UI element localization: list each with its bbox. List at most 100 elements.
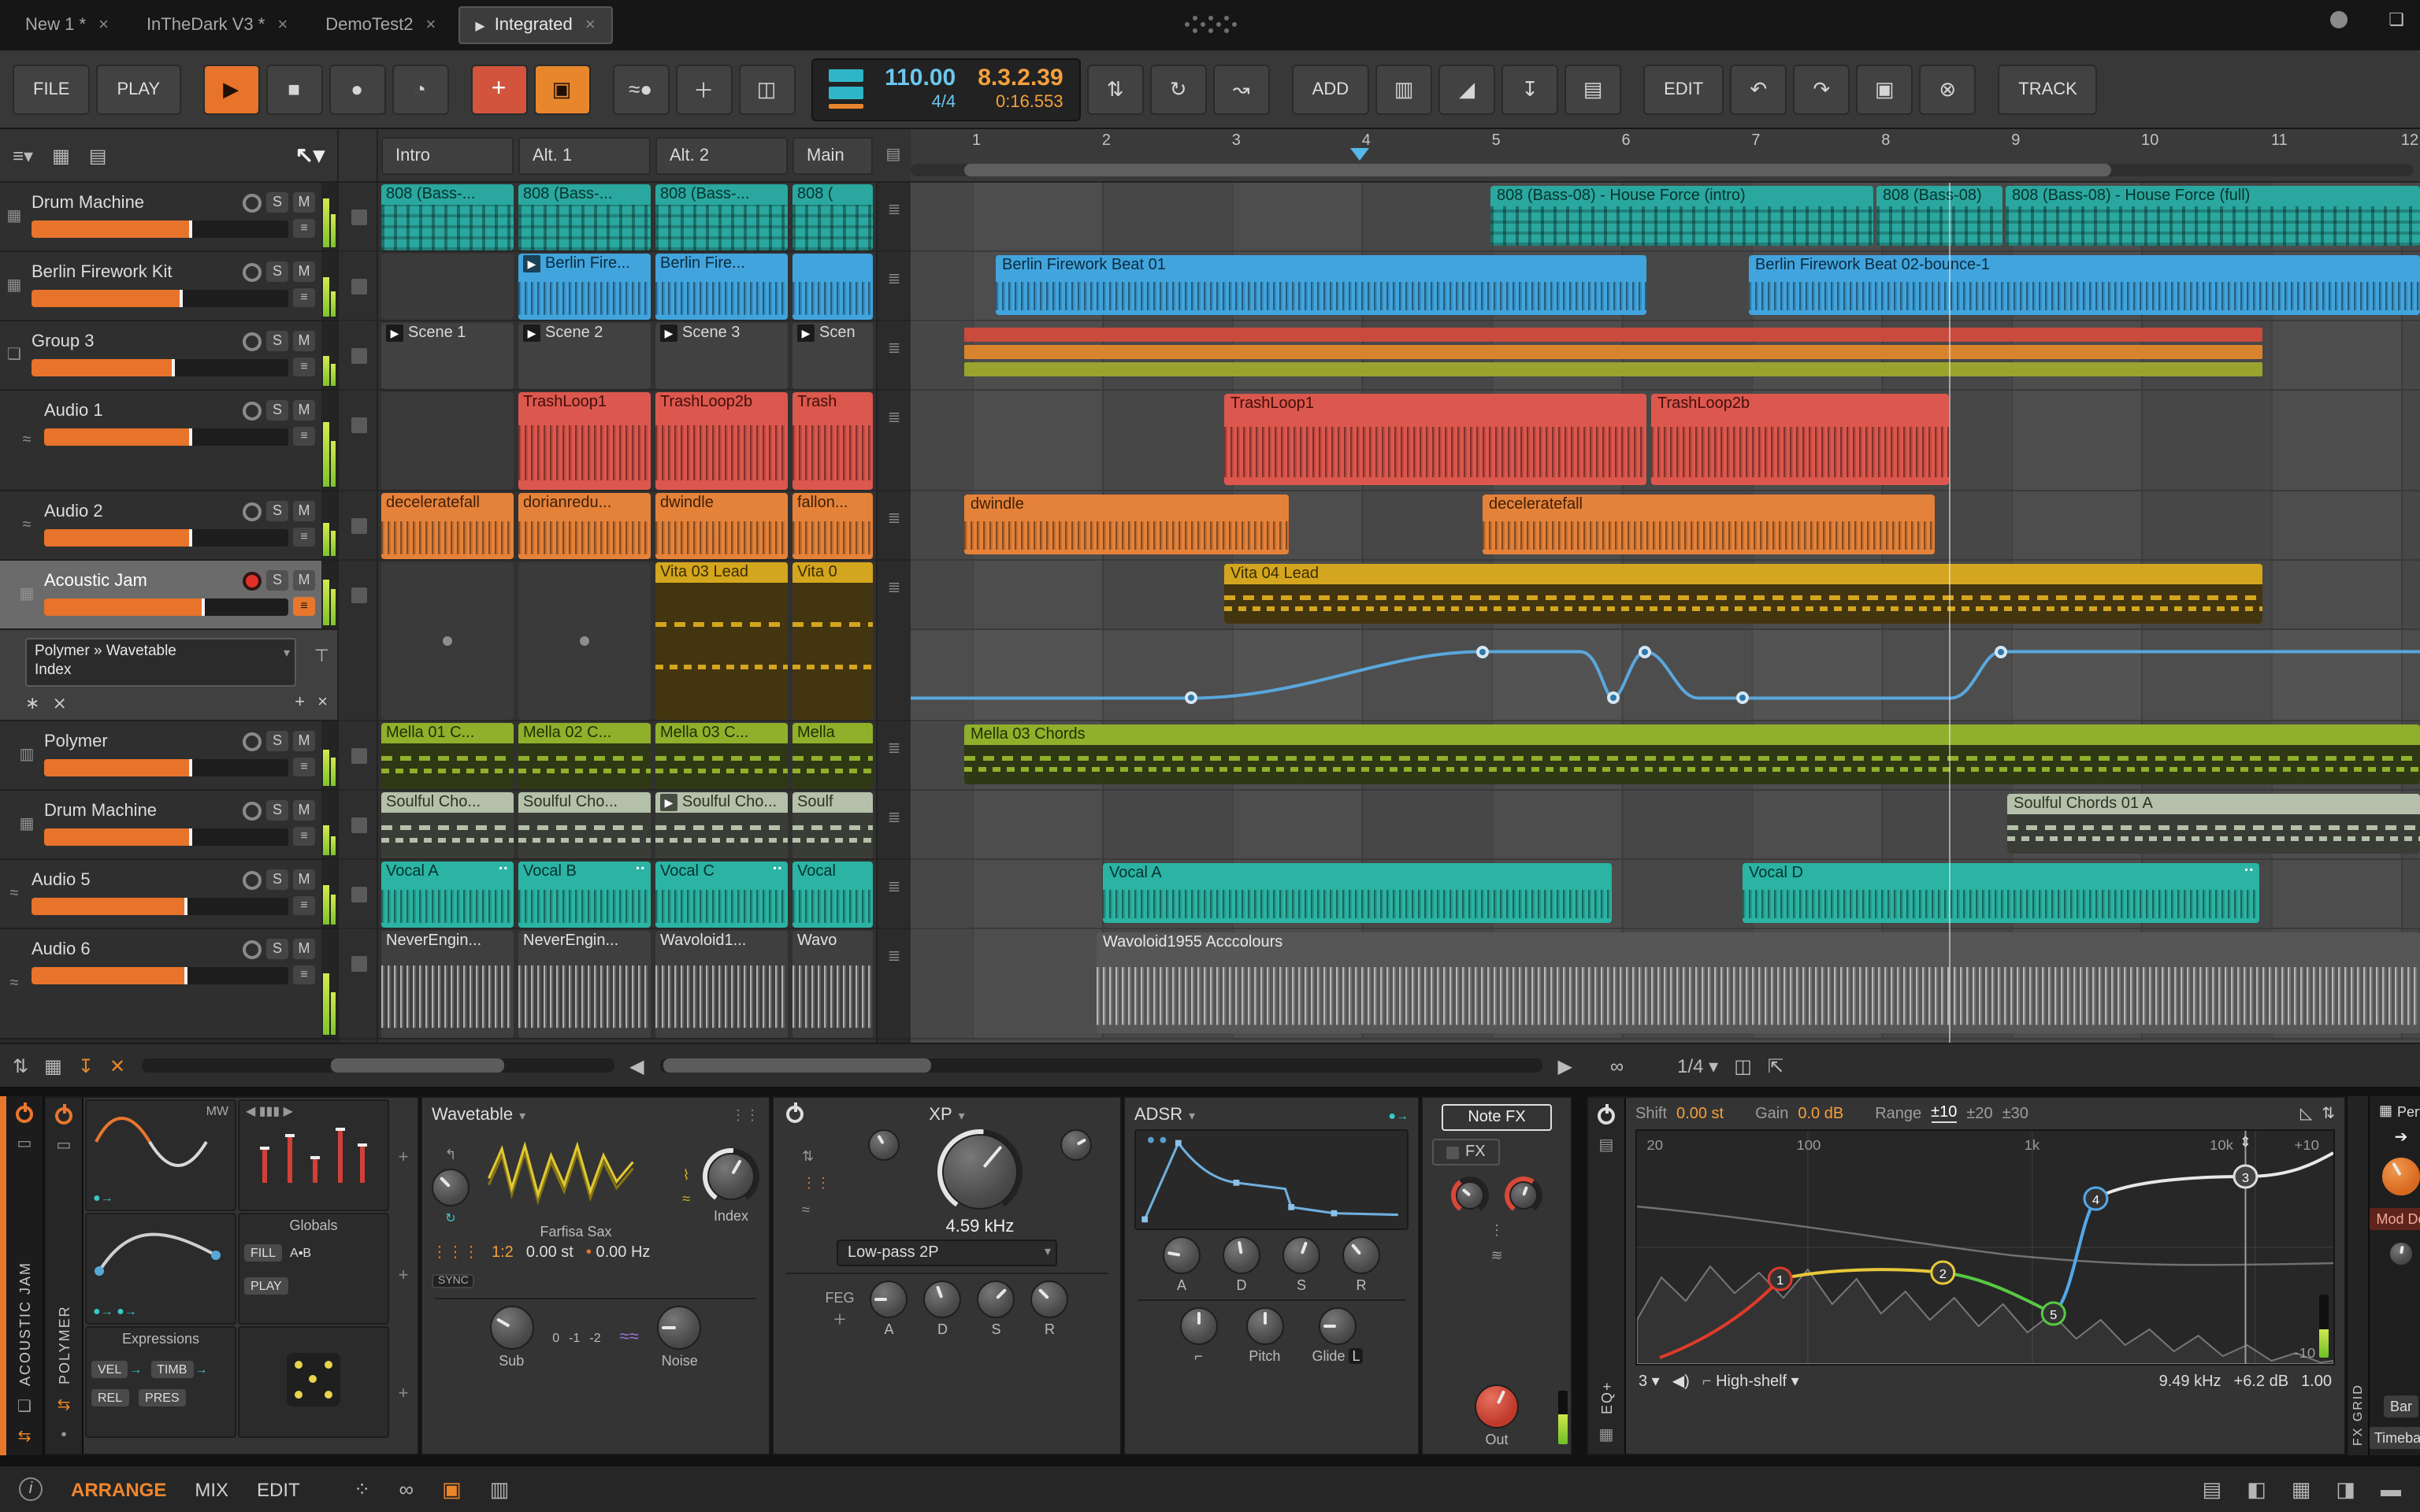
- pitch-knob[interactable]: [1245, 1307, 1284, 1345]
- automation-point[interactable]: [1995, 645, 2007, 658]
- track-name[interactable]: Audio 6: [32, 939, 238, 958]
- undo-button[interactable]: ↶: [1730, 64, 1787, 114]
- clip-stop-cell[interactable]: [339, 321, 377, 391]
- mw-modulator[interactable]: MW ●→: [85, 1099, 236, 1211]
- follow-playhead-button[interactable]: ↝: [1212, 64, 1270, 114]
- keytrack-icon[interactable]: ↰: [444, 1147, 456, 1164]
- unison-icon[interactable]: ⌇: [683, 1166, 690, 1184]
- record-arm-button[interactable]: [243, 732, 262, 750]
- scene-strip-cell[interactable]: ≣: [878, 929, 911, 1040]
- noise-knob[interactable]: [657, 1306, 702, 1350]
- automation-point[interactable]: [1639, 645, 1651, 658]
- automation-point[interactable]: [1607, 691, 1620, 705]
- clip-launch-cell[interactable]: Soulful Cho...: [518, 792, 651, 858]
- filter-mode-dropdown[interactable]: Low-pass 2P: [837, 1240, 1057, 1266]
- edit-view-button[interactable]: EDIT: [257, 1478, 300, 1500]
- clip-launcher-toggle-button[interactable]: ▣: [442, 1477, 462, 1502]
- env-title[interactable]: ADSR: [1134, 1106, 1182, 1125]
- filter-sustain-knob[interactable]: [977, 1280, 1015, 1318]
- perf-mod-knob[interactable]: [2381, 1156, 2420, 1197]
- transport-display[interactable]: 110.00 4/4 8.3.2.39 0:16.553: [811, 57, 1081, 120]
- add-instrument-track-button[interactable]: ▥: [1375, 64, 1433, 114]
- steps-modulator[interactable]: ◀ ▮▮▮ ▶: [238, 1099, 389, 1211]
- clip-launch-cell[interactable]: fallon...: [792, 493, 873, 559]
- ab-toggle[interactable]: A▪B: [290, 1246, 311, 1260]
- record-arm-button[interactable]: [243, 193, 262, 212]
- add-audio-track-button[interactable]: ◢: [1438, 64, 1496, 114]
- arranger-clip[interactable]: TrashLoop2b: [1651, 394, 1949, 485]
- arranger-lane[interactable]: Vocal A Vocal D ▪▪: [911, 860, 2420, 929]
- clip-launch-cell[interactable]: dwindle: [655, 493, 788, 559]
- filter-decay-knob[interactable]: [923, 1280, 962, 1318]
- track-menu-button[interactable]: ≡: [293, 597, 315, 616]
- arranger-lane[interactable]: dwindle deceleratefall: [911, 491, 2420, 561]
- arranger-clip[interactable]: Vocal A: [1103, 863, 1612, 923]
- clip-stop-button[interactable]: [351, 956, 367, 972]
- polymer-preset-icon[interactable]: ▭: [57, 1137, 72, 1154]
- arranger-lane[interactable]: Wavoloid1955 Acccolours: [911, 929, 2420, 1040]
- eq-range-20[interactable]: ±20: [1966, 1105, 1992, 1122]
- clip-playing-icon[interactable]: ▶: [660, 794, 677, 811]
- clip-stop-cell[interactable]: [339, 561, 377, 721]
- scene-strip-cell[interactable]: ≣: [878, 391, 911, 491]
- snap-icon[interactable]: ⁘: [354, 1477, 371, 1502]
- tab-close-icon[interactable]: ×: [98, 16, 109, 35]
- clip-stop-cell[interactable]: [339, 252, 377, 321]
- group-clip-strip[interactable]: [964, 345, 2262, 359]
- wavetable-title[interactable]: Wavetable: [432, 1106, 513, 1125]
- clip-launch-cell[interactable]: Mella 01 C...: [381, 723, 514, 789]
- filter-drive-icon[interactable]: ⇅: [802, 1148, 830, 1166]
- track-menu-button[interactable]: ≡: [293, 528, 315, 547]
- clip-playing-icon[interactable]: ▶: [386, 324, 403, 342]
- clip-launch-cell[interactable]: 808 (Bass-...: [655, 184, 788, 250]
- globals-module[interactable]: Globals FILL A▪B PLAY: [238, 1213, 389, 1325]
- grid-toggle-icon[interactable]: ▦: [44, 1054, 62, 1077]
- group-clip-strip[interactable]: [964, 362, 2262, 376]
- arranger-clip[interactable]: 808 (Bass-08) - House Force (full): [2006, 186, 2420, 246]
- browser-panel-button[interactable]: ▤: [2203, 1477, 2222, 1502]
- arranger-lane[interactable]: Berlin Firework Beat 01 Berlin Firework B…: [911, 252, 2420, 321]
- scene-strip-cell[interactable]: ≣: [878, 183, 911, 252]
- mute-button[interactable]: M: [293, 731, 315, 751]
- clip-launcher-record-button[interactable]: ▣: [533, 64, 591, 114]
- device-selector-chip[interactable]: Polymer » Wavetable Index ▾: [25, 638, 296, 687]
- close-lane-button[interactable]: ×: [317, 693, 328, 712]
- record-arm-button[interactable]: [243, 502, 262, 521]
- eq-band-type-dropdown[interactable]: ⌐ High-shelf ▾: [1702, 1373, 1799, 1390]
- scene-strip-cell[interactable]: ≣: [878, 561, 911, 721]
- volume-fader[interactable]: [32, 289, 288, 306]
- scene-strip-cell[interactable]: ≣: [878, 491, 911, 561]
- track-row[interactable]: ❏ Group 3 S M ≡: [0, 321, 337, 391]
- clip-stop-cell[interactable]: [339, 391, 377, 491]
- delete-button[interactable]: ⊗: [1919, 64, 1976, 114]
- arranger-lane[interactable]: [911, 321, 2420, 391]
- wave-mode-icon[interactable]: ≈: [682, 1190, 690, 1206]
- track-name[interactable]: Audio 1: [44, 401, 238, 420]
- clip-launch-cell[interactable]: deceleratefall: [381, 493, 514, 559]
- clip-launch-cell[interactable]: Wavoloid1...: [655, 931, 788, 1038]
- arranger-clip[interactable]: TrashLoop1: [1224, 394, 1646, 485]
- vel-expression[interactable]: VEL: [91, 1361, 128, 1378]
- clip-stop-cell[interactable]: [339, 183, 377, 252]
- arranger-hscrollbar[interactable]: [659, 1058, 1542, 1073]
- song-position-value[interactable]: 8.3.2.39: [978, 65, 1063, 92]
- track-menu-button[interactable]: ≡: [293, 896, 315, 915]
- arranger-clip[interactable]: deceleratefall: [1483, 495, 1935, 554]
- mute-button[interactable]: M: [293, 331, 315, 351]
- volume-fader[interactable]: [44, 828, 288, 845]
- env-release-knob[interactable]: [1342, 1236, 1380, 1274]
- clip-playing-icon[interactable]: ▶: [797, 324, 815, 342]
- clip-launch-cell[interactable]: Berlin Fire...: [655, 254, 788, 320]
- clip-stop-button[interactable]: [351, 279, 367, 295]
- track-row[interactable]: ▦ Drum Machine S M ≡: [0, 791, 337, 860]
- scroll-right-icon[interactable]: ▶: [1558, 1054, 1572, 1077]
- clip-launch-cell[interactable]: Soulf: [792, 792, 873, 858]
- cutoff-value[interactable]: 4.59 kHz: [946, 1217, 1015, 1236]
- clip-launch-cell[interactable]: ▶ Soulful Cho...: [655, 792, 788, 858]
- solo-button[interactable]: S: [266, 261, 288, 282]
- automation-point[interactable]: [1185, 691, 1197, 705]
- track-row[interactable]: ▦ Acoustic Jam S M ≡: [0, 561, 337, 630]
- volume-fader[interactable]: [44, 528, 288, 546]
- track-row[interactable]: ▦ Drum Machine S M ≡: [0, 183, 337, 252]
- clip-launch-cell[interactable]: ▶ Scene 2: [518, 323, 651, 389]
